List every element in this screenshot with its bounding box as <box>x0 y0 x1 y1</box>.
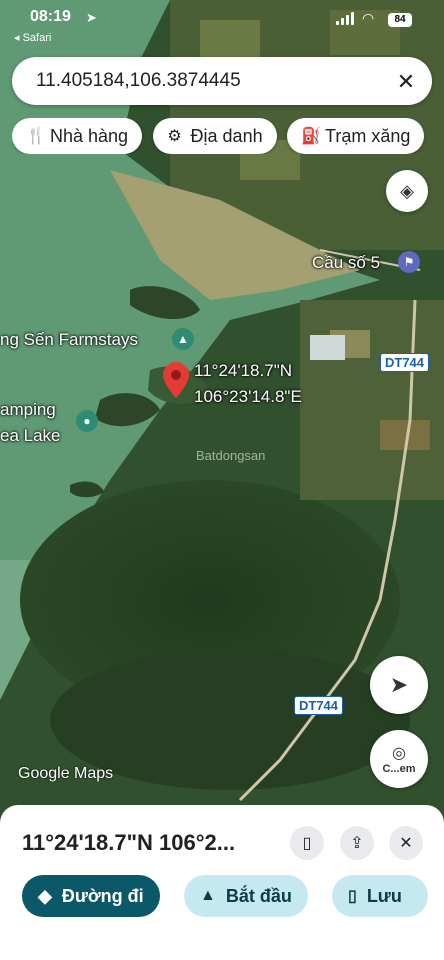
chip-label: Trạm xăng <box>325 125 411 146</box>
place-title: 11°24'18.7"N 106°2... <box>22 830 236 855</box>
bookmark-icon: ▯ <box>348 888 357 905</box>
pin-longitude-label: 106°23'14.8"E <box>194 387 302 406</box>
camera-label: C...em <box>382 763 416 775</box>
category-chips: 🍴 Nhà hàng ⚙ Địa danh ⛽ Trạm xăng <box>12 118 444 154</box>
cellular-signal-icon <box>336 12 354 25</box>
wifi-icon: ◠ <box>362 10 375 26</box>
watermark-logo: Batdongsan <box>196 448 266 463</box>
chip-restaurants[interactable]: 🍴 Nhà hàng <box>12 118 143 154</box>
camera-icon: ◎ <box>392 745 406 762</box>
back-to-safari-link[interactable]: ◂ Safari <box>14 31 51 44</box>
map-label-camping-line2[interactable]: ea Lake <box>0 426 61 446</box>
battery-indicator: 84 <box>388 13 412 27</box>
map-label-bridge[interactable]: Cầu số 5 <box>312 253 380 273</box>
save-bookmark-button[interactable]: ▯ <box>290 826 324 860</box>
pin-latitude-label: 11°24'18.7"N <box>194 361 292 380</box>
chip-label: Địa danh <box>190 125 263 146</box>
map-label-camping-line1[interactable]: amping <box>0 400 56 420</box>
map-label-farmstay[interactable]: ng Sến Farmstays <box>0 330 138 350</box>
bookmark-icon: ▯ <box>302 835 312 852</box>
close-sheet-button[interactable]: ✕ <box>389 826 423 860</box>
bridge-poi-icon[interactable]: ⚑ <box>398 251 420 273</box>
farmstay-poi-icon[interactable]: ▲ <box>172 328 194 350</box>
start-button[interactable]: ▲ Bắt đầu <box>184 875 308 917</box>
landmark-icon: ⚙ <box>167 128 182 145</box>
start-label: Bắt đầu <box>225 885 292 906</box>
chip-label: Nhà hàng <box>50 125 129 146</box>
road-shield-dt744-north: DT744 <box>380 353 430 372</box>
location-arrow-icon: ➤ <box>86 10 97 25</box>
directions-button[interactable]: ◆ Đường đi <box>22 875 160 917</box>
my-location-button[interactable]: ➤ <box>370 656 428 714</box>
layers-icon: ◈ <box>400 180 414 201</box>
directions-icon: ◆ <box>38 885 52 906</box>
navigation-arrow-icon: ➤ <box>389 672 409 697</box>
lens-camera-button[interactable]: ◎ C...em <box>370 730 428 788</box>
save-label: Lưu <box>366 885 402 906</box>
google-maps-logo: Google Maps <box>18 765 114 782</box>
chip-landmarks[interactable]: ⚙ Địa danh <box>152 118 277 154</box>
gas-station-icon: ⛽ <box>301 128 321 145</box>
camping-poi-icon[interactable]: ● <box>76 410 98 432</box>
navigation-icon: ▲ <box>200 887 216 904</box>
layers-button[interactable]: ◈ <box>386 170 428 212</box>
chip-gas-stations[interactable]: ⛽ Trạm xăng <box>287 118 425 154</box>
road-shield-dt744-south: DT744 <box>294 696 344 715</box>
search-input[interactable] <box>36 69 376 93</box>
save-button[interactable]: ▯ Lưu <box>332 875 428 917</box>
status-bar: 08:19 ➤ ◂ Safari ◠ 84 <box>0 0 444 52</box>
location-pin-icon[interactable] <box>163 362 189 398</box>
directions-label: Đường đi <box>61 885 144 906</box>
search-bar[interactable]: ✕ <box>12 57 432 105</box>
status-time: 08:19 <box>30 8 71 25</box>
close-icon: ✕ <box>399 835 413 852</box>
sheet-drag-handle[interactable] <box>200 811 242 816</box>
share-icon: ⇪ <box>350 835 364 852</box>
share-button[interactable]: ⇪ <box>340 826 374 860</box>
close-icon[interactable]: ✕ <box>394 69 418 95</box>
restaurant-icon: 🍴 <box>26 128 46 145</box>
